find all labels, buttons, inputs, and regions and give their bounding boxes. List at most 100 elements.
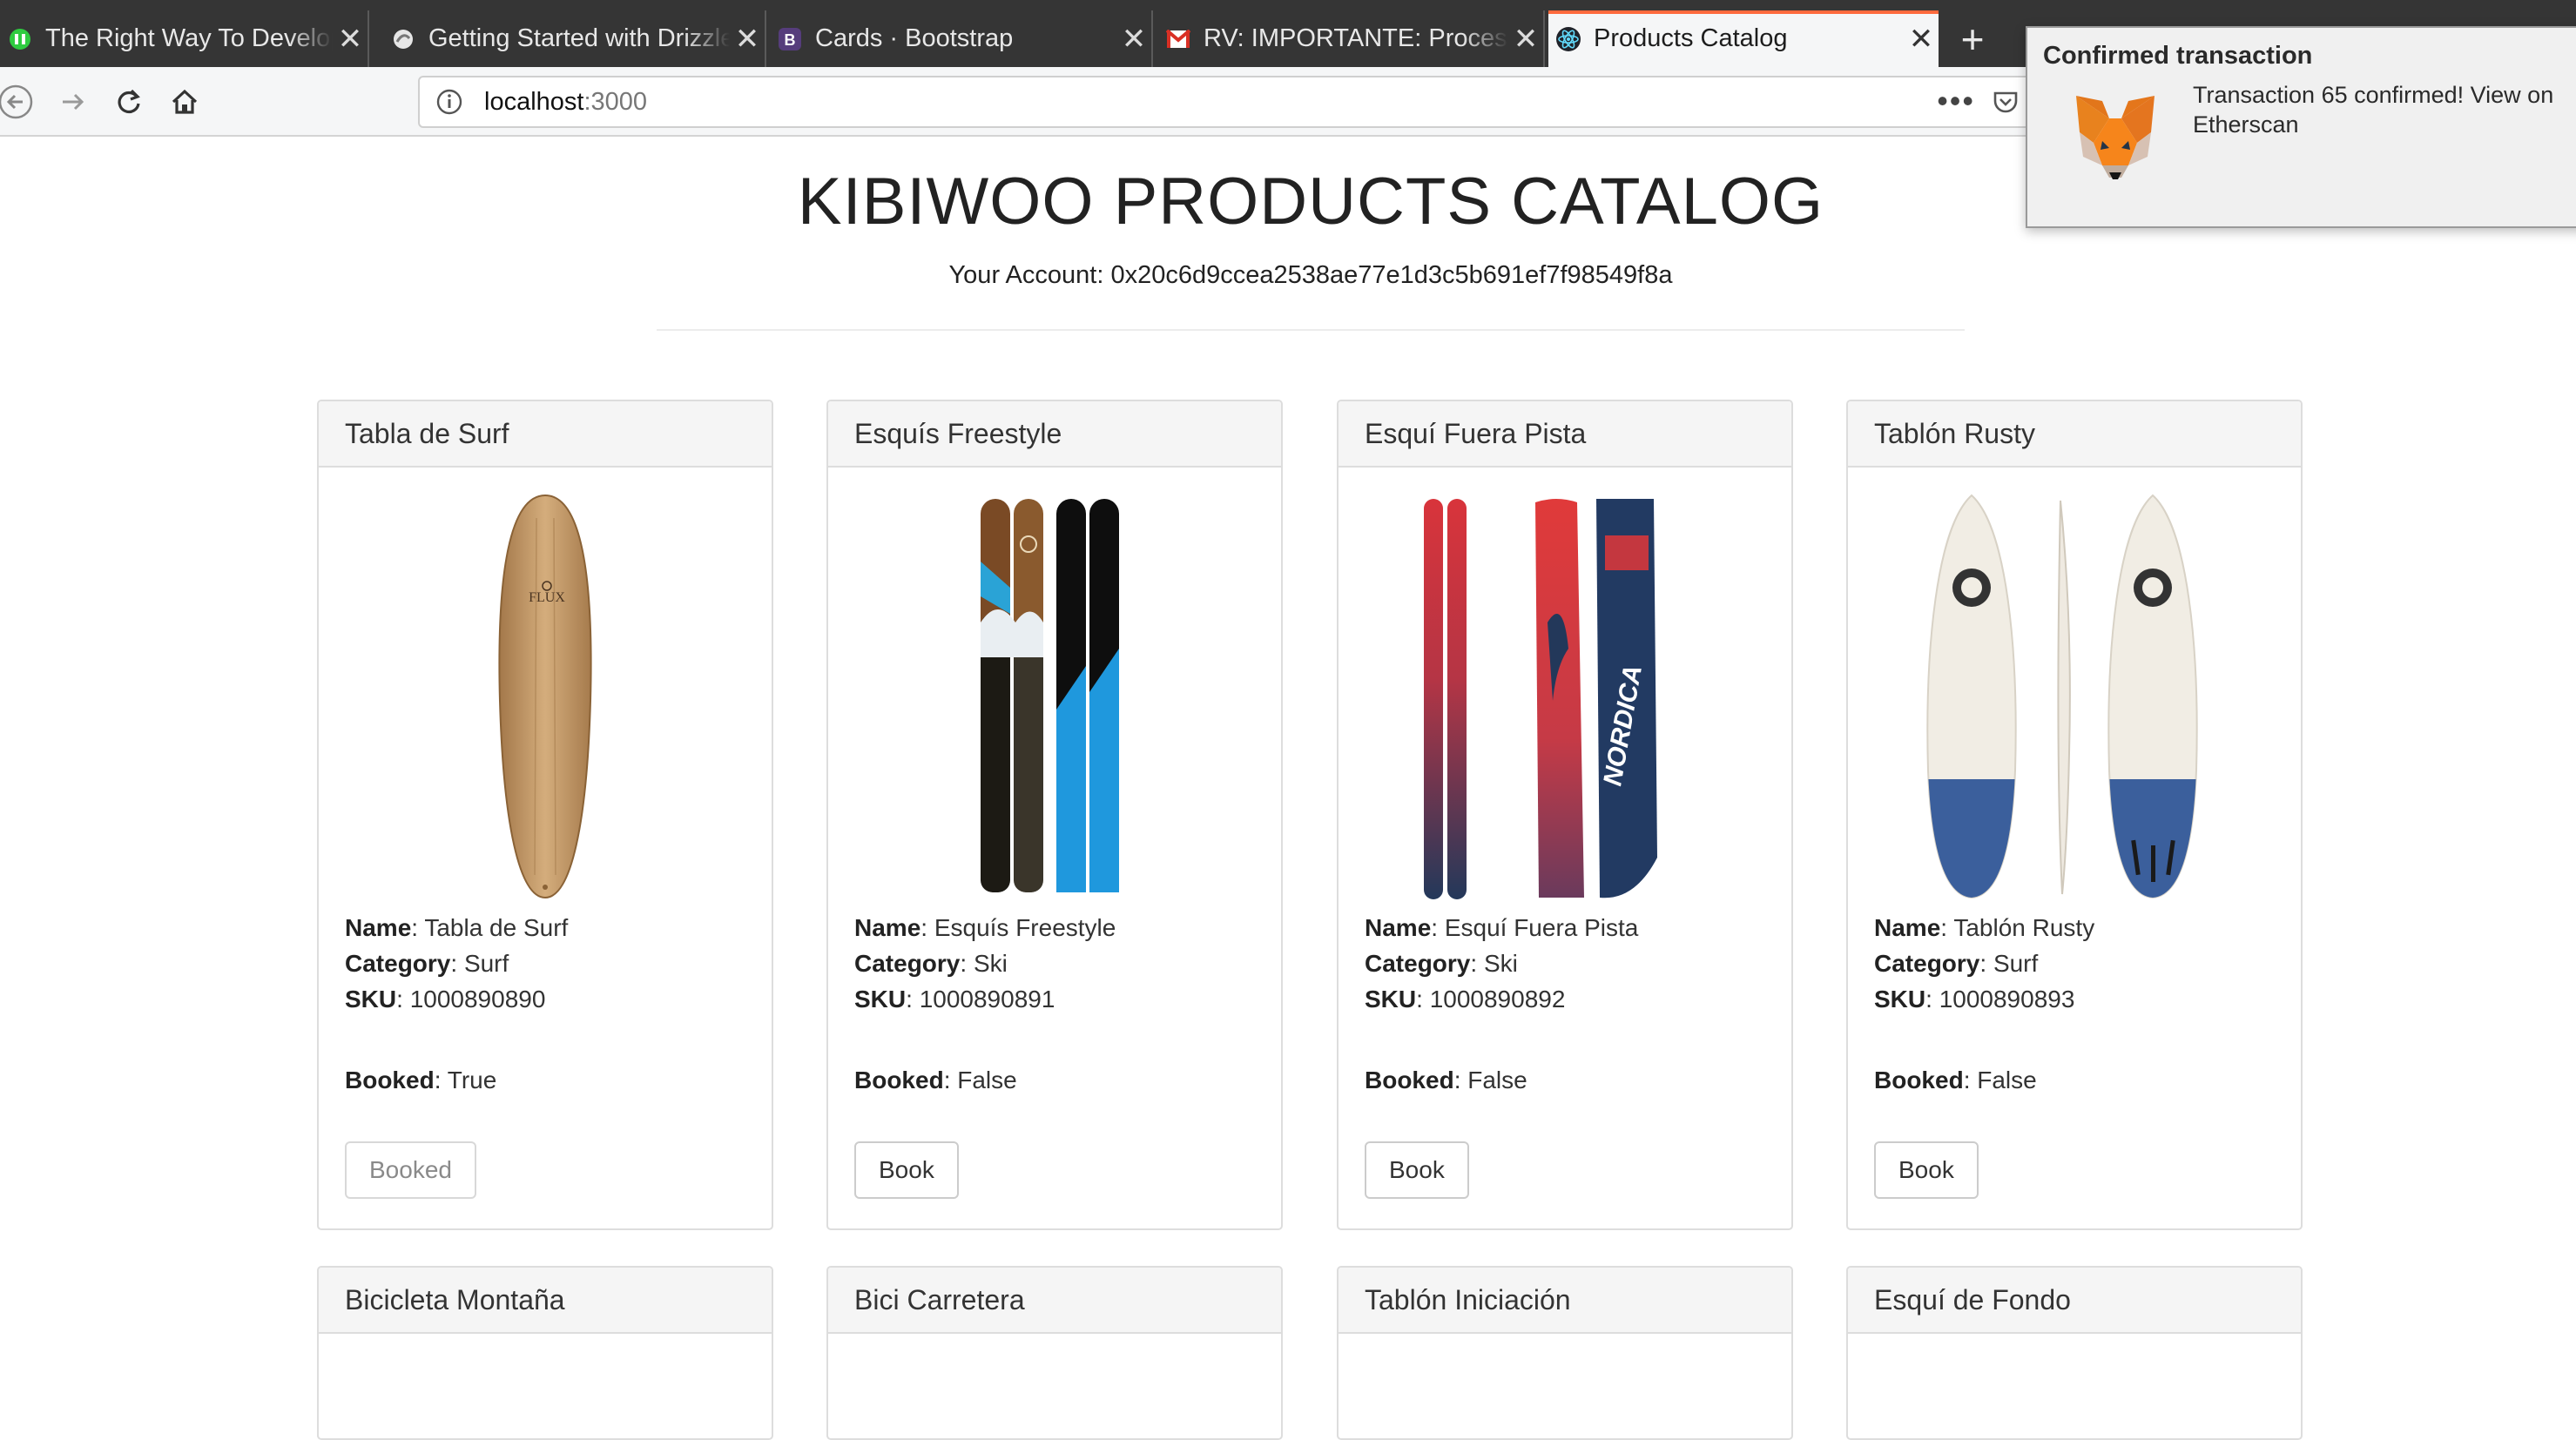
drizzle-icon — [390, 26, 416, 52]
notification-title: Confirmed transaction — [2043, 42, 2313, 70]
product-card: Esquí de Fondo — [1846, 1266, 2303, 1440]
tab-title: Cards · Bootstrap — [815, 24, 1014, 52]
page-actions-icon[interactable]: ••• — [1937, 83, 1975, 119]
site-icon — [7, 26, 33, 52]
product-card: Tablón Iniciación — [1337, 1266, 1793, 1440]
sku-row: SKU: 1000890893 — [1874, 986, 2075, 1013]
product-category: Ski — [973, 950, 1008, 977]
tab-title: Getting Started with Drizzle — [428, 24, 730, 52]
card-header: Esquí Fuera Pista — [1339, 401, 1791, 468]
product-fields: Name: Tablón Rusty Category: Surf SKU: 1… — [1874, 910, 2094, 1017]
card-header: Tabla de Surf — [319, 401, 772, 468]
book-button[interactable]: Book — [1365, 1141, 1469, 1199]
product-card: Bicicleta Montaña — [317, 1266, 773, 1440]
tab-4-active[interactable]: Products Catalog ✕ — [1548, 10, 1939, 67]
url-bar[interactable]: localhost :3000 ••• — [418, 76, 2055, 128]
product-sku: 1000890893 — [1939, 986, 2075, 1013]
tab-close-icon[interactable]: ✕ — [730, 22, 765, 57]
product-sku: 1000890891 — [919, 986, 1055, 1013]
product-image-skis-nordica: NORDICA — [1339, 492, 1791, 901]
forward-icon[interactable] — [51, 79, 96, 124]
card-header: Esquí de Fondo — [1848, 1268, 2301, 1334]
product-image-surfboard-rusty — [1848, 492, 2301, 901]
card-header: Tablón Rusty — [1848, 401, 2301, 468]
product-booked: False — [957, 1067, 1017, 1093]
product-card: Tablón Rusty Name: Tablón Rusty Category… — [1846, 400, 2303, 1230]
category-row: Category: Surf — [345, 950, 509, 977]
sku-row: SKU: 1000890890 — [345, 986, 546, 1013]
tab-2[interactable]: B Cards · Bootstrap ✕ — [770, 10, 1153, 67]
product-card: Bici Carretera — [826, 1266, 1283, 1440]
tab-close-icon[interactable]: ✕ — [333, 22, 368, 57]
card-header: Bicicleta Montaña — [319, 1268, 772, 1334]
tab-close-icon[interactable]: ✕ — [1116, 22, 1151, 57]
booked-row: Booked: False — [1874, 1067, 2037, 1093]
booked-row: Booked: False — [1365, 1067, 1527, 1093]
page-title: KIBIWOO PRODUCTS CATALOG — [797, 165, 1824, 239]
divider — [657, 329, 1965, 331]
product-name: Tablón Rusty — [1953, 914, 2095, 941]
bootstrap-icon: B — [777, 26, 803, 52]
book-button[interactable]: Book — [1874, 1141, 1979, 1199]
product-name: Esquís Freestyle — [934, 914, 1116, 941]
account-address: 0x20c6d9ccea2538ae77e1d3c5b691ef7f98549f… — [1110, 261, 1673, 289]
notification-body: Transaction 65 confirmed! View on Ethers… — [2193, 82, 2554, 138]
product-image-surfboard: FLUX — [319, 492, 772, 901]
card-header: Esquís Freestyle — [828, 401, 1281, 468]
product-card: Esquí Fuera Pista NORDICA Name: Esquí Fu… — [1337, 400, 1793, 1230]
url-port: :3000 — [583, 87, 648, 116]
product-category: Surf — [1993, 950, 2039, 977]
account-label: Your Account: — [948, 261, 1111, 289]
react-icon — [1555, 26, 1581, 52]
tab-title: The Right Way To Develop — [45, 24, 333, 52]
product-category: Ski — [1483, 950, 1518, 977]
name-row: Name: Esquís Freestyle — [854, 914, 1116, 941]
account-line: Your Account: 0x20c6d9ccea2538ae77e1d3c5… — [0, 261, 2576, 290]
sku-row: SKU: 1000890892 — [1365, 986, 1566, 1013]
product-image-skis — [828, 492, 1281, 901]
name-row: Name: Tablón Rusty — [1874, 914, 2095, 941]
book-button[interactable]: Book — [854, 1141, 959, 1199]
product-card: Esquís Freestyle Name: Esquís Freestyle … — [826, 400, 1283, 1230]
tab-3[interactable]: RV: IMPORTANTE: Proceso ✕ — [1158, 10, 1545, 67]
product-fields: Name: Tabla de Surf Category: Surf SKU: … — [345, 910, 568, 1017]
product-card: Tabla de Surf FLUX Name: Tabla de Surf C… — [317, 400, 773, 1230]
product-name: Tabla de Surf — [424, 914, 569, 941]
site-info-icon[interactable] — [432, 84, 467, 119]
booked-button[interactable]: Booked — [345, 1141, 476, 1199]
product-booked: True — [447, 1067, 497, 1093]
card-header: Bici Carretera — [828, 1268, 1281, 1334]
tab-title: Products Catalog — [1594, 24, 1788, 52]
tab-close-icon[interactable]: ✕ — [1508, 22, 1543, 57]
back-icon[interactable] — [0, 79, 38, 124]
product-fields: Name: Esquís Freestyle Category: Ski SKU… — [854, 910, 1116, 1017]
booked-row: Booked: False — [854, 1067, 1017, 1093]
url-host: localhost — [484, 87, 584, 116]
reload-icon[interactable] — [106, 79, 152, 124]
product-name: Esquí Fuera Pista — [1444, 914, 1639, 941]
tab-title: RV: IMPORTANTE: Proceso — [1204, 24, 1508, 52]
product-sku: 1000890890 — [409, 986, 546, 1013]
product-fields: Name: Esquí Fuera Pista Category: Ski SK… — [1365, 910, 1638, 1017]
tab-1[interactable]: Getting Started with Drizzle ✕ — [383, 10, 766, 67]
category-row: Category: Ski — [1365, 950, 1518, 977]
tab-close-icon[interactable]: ✕ — [1904, 22, 1939, 57]
gmail-icon — [1165, 26, 1191, 52]
tab-0[interactable]: The Right Way To Develop ✕ — [0, 10, 369, 67]
svg-text:FLUX: FLUX — [529, 590, 565, 605]
name-row: Name: Tabla de Surf — [345, 914, 569, 941]
product-booked: False — [1467, 1067, 1527, 1093]
new-tab-button[interactable]: + — [1945, 10, 1999, 67]
category-row: Category: Surf — [1874, 950, 2039, 977]
svg-text:B: B — [785, 31, 796, 49]
home-icon[interactable] — [162, 79, 207, 124]
sku-row: SKU: 1000890891 — [854, 986, 1055, 1013]
category-row: Category: Ski — [854, 950, 1008, 977]
card-header: Tablón Iniciación — [1339, 1268, 1791, 1334]
pocket-icon[interactable] — [1993, 90, 2019, 120]
product-booked: False — [1977, 1067, 2037, 1093]
booked-row: Booked: True — [345, 1067, 497, 1093]
product-sku: 1000890892 — [1429, 986, 1566, 1013]
product-category: Surf — [463, 950, 509, 977]
name-row: Name: Esquí Fuera Pista — [1365, 914, 1639, 941]
